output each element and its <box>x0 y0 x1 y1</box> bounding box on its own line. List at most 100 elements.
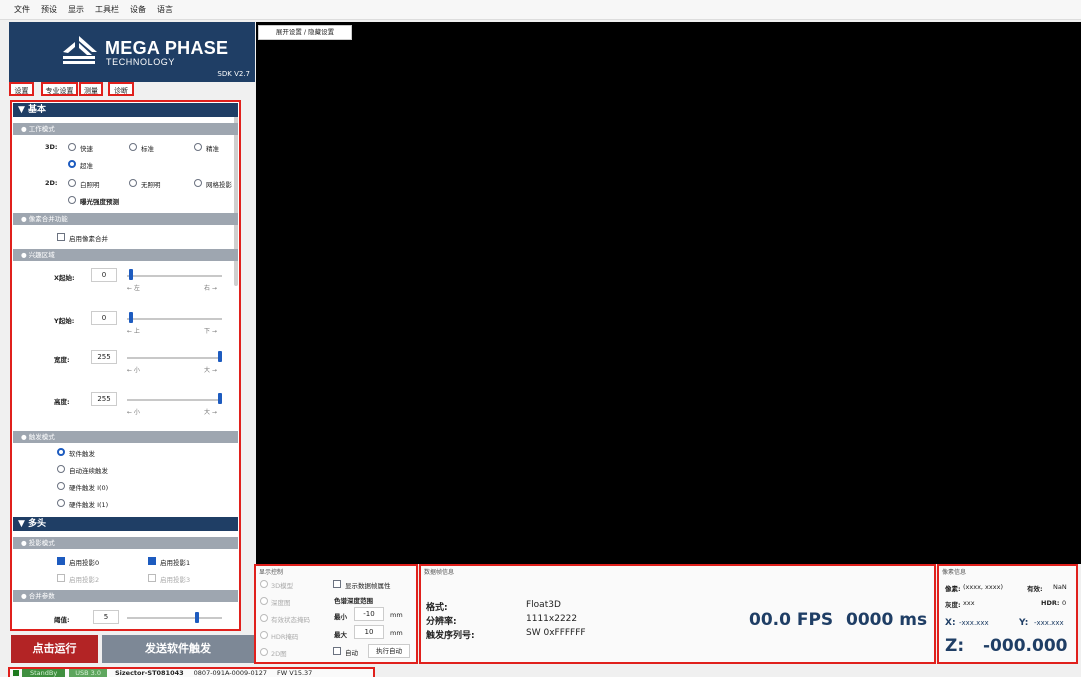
roi-x-start-slider[interactable] <box>129 269 133 280</box>
checkbox-projector2-label: 启用投影2 <box>69 576 100 584</box>
roi-height-track[interactable] <box>127 399 222 401</box>
display-control-title: 显示控制 <box>259 569 284 576</box>
radio-2d-exposure-label: 曝光强度预测 <box>80 198 119 206</box>
tab-diagnose[interactable]: 诊断 <box>108 82 134 96</box>
radio-3d-standard[interactable] <box>129 143 137 151</box>
radio-trigger-hw1[interactable] <box>57 499 65 507</box>
max-unit: mm <box>390 629 403 637</box>
pixel-label: 像素: <box>945 585 961 593</box>
radio-view-3d[interactable] <box>260 580 268 588</box>
checkbox-projector2[interactable] <box>57 574 65 582</box>
trigger-seq-value: SW 0xFFFFFF <box>526 628 586 638</box>
subsection-merge: ● 合并参数 <box>13 590 238 602</box>
roi-y-start-min-hint: ← 上 <box>127 328 140 335</box>
merge-threshold-input[interactable]: 5 <box>93 610 119 624</box>
menu-file[interactable]: 文件 <box>14 4 30 15</box>
menu-device[interactable]: 设备 <box>130 4 146 15</box>
radio-3d-precise-label: 精准 <box>206 145 219 153</box>
roi-width-input[interactable]: 255 <box>91 350 117 364</box>
merge-threshold-track[interactable] <box>127 617 222 619</box>
radio-view-depth[interactable] <box>260 597 268 605</box>
radio-3d-fast[interactable] <box>68 143 76 151</box>
roi-y-start-slider[interactable] <box>129 312 133 323</box>
roi-x-start-input[interactable]: 0 <box>91 268 117 282</box>
checkbox-projector3[interactable] <box>148 574 156 582</box>
min-label: 最小 <box>334 613 347 621</box>
status-indicator-icon <box>13 670 19 676</box>
roi-width-slider[interactable] <box>218 351 222 362</box>
tab-pro-settings[interactable]: 专业设置 <box>41 82 78 96</box>
depth-viewport[interactable] <box>256 22 1081 564</box>
radio-2d-white[interactable] <box>68 179 76 187</box>
roi-x-start-max-hint: 右 → <box>204 285 217 292</box>
tab-settings[interactable]: 设置 <box>9 82 34 96</box>
radio-trigger-hw0[interactable] <box>57 482 65 490</box>
checkbox-auto[interactable] <box>333 647 341 655</box>
menu-toolbar[interactable]: 工具栏 <box>95 4 119 15</box>
roi-height-input[interactable]: 255 <box>91 392 117 406</box>
roi-height-slider[interactable] <box>218 393 222 404</box>
x-value: -xxx.xxx <box>959 619 989 627</box>
roi-height-max-hint: 大 → <box>204 409 217 416</box>
radio-view-valid-mask-label: 有效状态掩码 <box>271 616 310 624</box>
radio-trigger-software-label: 软件触发 <box>69 450 95 458</box>
format-value: Float3D <box>526 600 561 610</box>
z-value: -000.000 <box>983 636 1068 656</box>
status-serial: 0807-091A-0009-0127 <box>193 669 268 677</box>
checkbox-show-attr-label: 显示数据帧属性 <box>345 582 391 590</box>
exec-auto-button[interactable]: 执行自动 <box>368 644 410 658</box>
radio-3d-standard-label: 标准 <box>141 145 154 153</box>
roi-width-track[interactable] <box>127 357 222 359</box>
send-trigger-button[interactable]: 发送软件触发 <box>102 635 254 663</box>
menu-preset[interactable]: 预设 <box>41 4 57 15</box>
resolution-value: 1111x2222 <box>526 614 578 624</box>
min-depth-input[interactable]: -10 <box>354 607 384 621</box>
radio-3d-precise[interactable] <box>194 143 202 151</box>
display-control-panel: 显示控制 3D模型 深度图 有效状态掩码 HDR掩码 2D图 显示数据帧属性 色… <box>254 564 418 664</box>
radio-view-hdr-mask-label: HDR掩码 <box>271 633 299 641</box>
roi-y-start-input[interactable]: 0 <box>91 311 117 325</box>
status-device: Sizector-ST081043 <box>114 669 184 677</box>
label-3d: 3D: <box>45 143 58 151</box>
tab-measure[interactable]: 测量 <box>79 82 103 96</box>
radio-2d-none[interactable] <box>129 179 137 187</box>
trigger-seq-label: 触发序列号: <box>426 631 475 641</box>
subsection-work-mode: ● 工作模式 <box>13 123 238 135</box>
radio-2d-grid[interactable] <box>194 179 202 187</box>
roi-x-start-track[interactable] <box>127 275 222 277</box>
roi-width-min-hint: ← 小 <box>127 367 140 374</box>
radio-2d-white-label: 白照明 <box>80 181 100 189</box>
min-unit: mm <box>390 611 403 619</box>
radio-3d-ultra-label: 超准 <box>80 162 93 170</box>
max-depth-input[interactable]: 10 <box>354 625 384 639</box>
merge-threshold-label: 阈值: <box>54 616 70 624</box>
frame-info-title: 数据帧信息 <box>424 569 455 576</box>
radio-trigger-auto[interactable] <box>57 465 65 473</box>
roi-height-min-hint: ← 小 <box>127 409 140 416</box>
checkbox-projector1[interactable] <box>148 557 156 565</box>
section-multihead[interactable]: ▼ 多头 <box>13 517 238 531</box>
checkbox-projector3-label: 启用投影3 <box>160 576 191 584</box>
brand-subtitle: TECHNOLOGY <box>106 57 176 67</box>
subsection-projector: ● 投影模式 <box>13 537 238 549</box>
radio-view-2d[interactable] <box>260 648 268 656</box>
radio-view-valid-mask[interactable] <box>260 614 268 622</box>
toggle-settings-button[interactable]: 展开设置 / 隐藏设置 <box>258 25 352 40</box>
merge-threshold-slider[interactable] <box>195 612 199 623</box>
radio-2d-none-label: 无照明 <box>141 181 161 189</box>
menu-language[interactable]: 语言 <box>157 4 173 15</box>
roi-y-start-track[interactable] <box>127 318 222 320</box>
radio-3d-ultra[interactable] <box>68 160 76 168</box>
status-bar: StandBy USB 3.0 Sizector-ST081043 0807-0… <box>8 667 375 677</box>
run-button[interactable]: 点击运行 <box>11 635 98 663</box>
checkbox-binning-label: 启用像素合并 <box>69 235 108 243</box>
menu-display[interactable]: 显示 <box>68 4 84 15</box>
checkbox-binning[interactable] <box>57 233 65 241</box>
checkbox-show-attr[interactable] <box>333 580 341 588</box>
radio-trigger-software[interactable] <box>57 448 65 456</box>
section-basic[interactable]: ▼ 基本 <box>13 103 238 117</box>
radio-view-hdr-mask[interactable] <box>260 631 268 639</box>
checkbox-projector0[interactable] <box>57 557 65 565</box>
sdk-version: SDK V2.7 <box>217 70 250 78</box>
radio-2d-exposure[interactable] <box>68 196 76 204</box>
